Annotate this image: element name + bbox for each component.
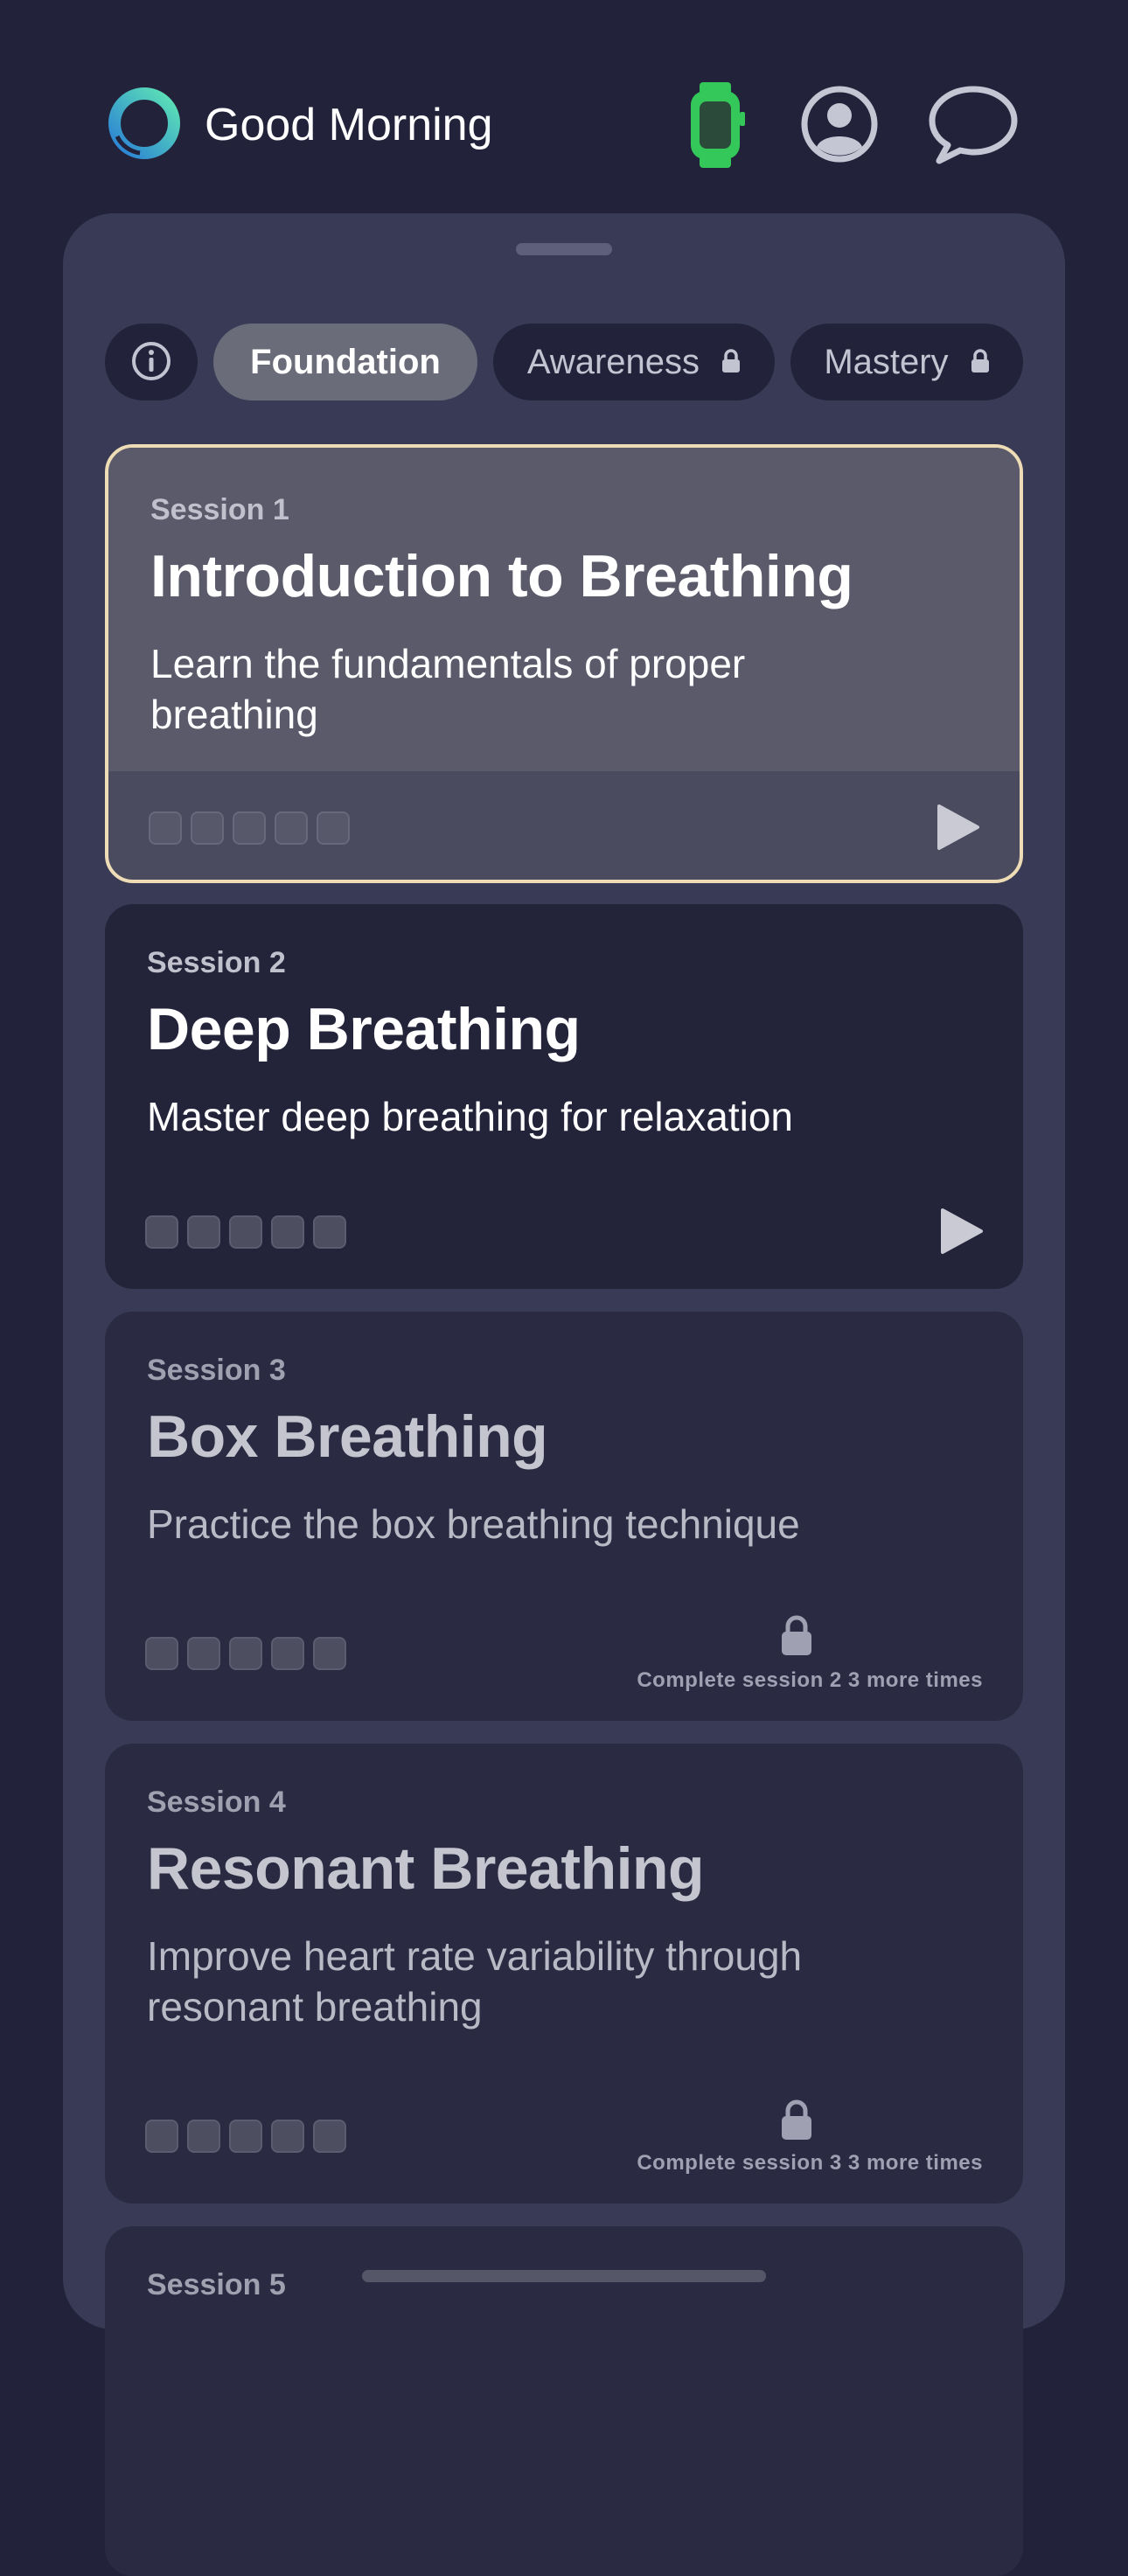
play-icon[interactable] — [936, 803, 981, 852]
tab-label: Awareness — [526, 343, 700, 381]
session-label: Session 2 — [147, 946, 286, 979]
tab-label: Mastery — [824, 343, 949, 381]
progress-dot — [145, 2120, 178, 2153]
progress-dot — [317, 811, 350, 845]
progress-dot — [271, 1215, 304, 1249]
lock-icon — [782, 1615, 811, 1655]
level-tabs: Foundation Awareness Mastery — [105, 324, 1032, 400]
session-title: Deep Breathing — [147, 996, 581, 1062]
progress-dot — [187, 1637, 220, 1670]
progress-dot — [271, 1637, 304, 1670]
progress-dot — [275, 811, 308, 845]
progress-dot — [145, 1637, 178, 1670]
progress-dot — [187, 1215, 220, 1249]
progress-dot — [145, 1215, 178, 1249]
progress-dot — [313, 1637, 346, 1670]
progress-dot — [191, 811, 224, 845]
chat-icon[interactable] — [927, 84, 1020, 166]
info-icon — [132, 342, 171, 381]
header: Good Morning — [0, 0, 1128, 210]
play-icon[interactable] — [939, 1207, 985, 1256]
profile-icon[interactable] — [799, 84, 880, 164]
session-description: Improve heart rate variability through r… — [147, 1933, 803, 2029]
session-card-2[interactable]: Session 2 Deep Breathing Master deep bre… — [105, 904, 1023, 1289]
session-title: Resonant Breathing — [147, 1835, 705, 1902]
progress-dot — [187, 2120, 220, 2153]
session-description: Master deep breathing for relaxation — [147, 1094, 793, 1139]
info-button[interactable] — [105, 324, 198, 400]
progress-dot — [149, 811, 182, 845]
session-card-1[interactable]: Session 1 Introduction to Breathing Lear… — [105, 444, 1023, 883]
lock-icon — [971, 349, 989, 373]
unlock-requirement: Complete session 2 3 more times — [637, 1668, 983, 1692]
progress-dot — [229, 1637, 262, 1670]
progress-dot — [313, 2120, 346, 2153]
tab-label: Foundation — [250, 343, 441, 381]
home-indicator — [362, 2270, 766, 2282]
progress-dot — [233, 811, 266, 845]
unlock-requirement: Complete session 3 3 more times — [637, 2151, 983, 2175]
greeting-title: Good Morning — [205, 100, 493, 150]
session-label: Session 1 — [150, 493, 289, 526]
watch-icon[interactable] — [687, 82, 747, 168]
session-card-3[interactable]: Session 3 Box Breathing Practice the box… — [105, 1312, 1023, 1721]
session-title: Box Breathing — [147, 1403, 548, 1470]
progress-dot — [271, 2120, 304, 2153]
sheet-grabber[interactable] — [516, 243, 612, 255]
session-description: Learn the fundamentals of proper breathi… — [150, 641, 746, 737]
lock-icon — [782, 2099, 811, 2140]
session-label: Session 5 — [147, 2268, 286, 2301]
tab-mastery[interactable]: Mastery — [790, 324, 1023, 400]
session-card-4[interactable]: Session 4 Resonant Breathing Improve hea… — [105, 1744, 1023, 2204]
sessions-sheet[interactable]: Foundation Awareness Mastery Session 1 I… — [63, 213, 1065, 2576]
progress-dot — [229, 2120, 262, 2153]
session-description: Practice the box breathing technique — [147, 1501, 800, 1547]
lock-icon — [722, 349, 741, 373]
session-label: Session 3 — [147, 1354, 286, 1387]
tab-awareness[interactable]: Awareness — [493, 324, 775, 400]
tab-foundation[interactable]: Foundation — [213, 324, 477, 400]
app-logo-icon — [108, 87, 180, 159]
session-title: Introduction to Breathing — [150, 543, 853, 609]
progress-dot — [229, 1215, 262, 1249]
session-label: Session 4 — [147, 1786, 286, 1819]
progress-dot — [313, 1215, 346, 1249]
